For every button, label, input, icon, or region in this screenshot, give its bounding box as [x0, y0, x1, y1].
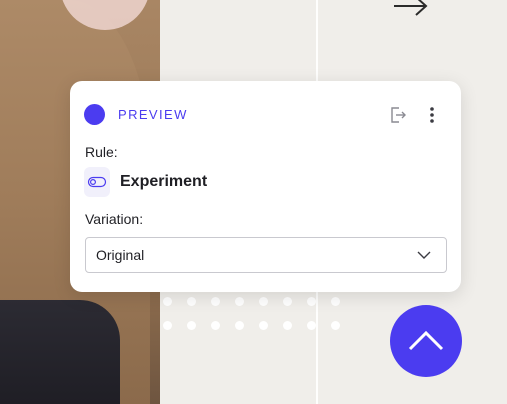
- variation-select-value: Original: [96, 247, 145, 263]
- rule-value: Experiment: [120, 173, 208, 190]
- background-dot: [163, 321, 172, 330]
- background-dot: [331, 297, 340, 306]
- chevron-down-icon: [417, 251, 431, 259]
- preview-card-header: PREVIEW: [84, 103, 446, 127]
- background-dot: [211, 321, 220, 330]
- preview-badge-label: PREVIEW: [118, 107, 188, 122]
- background-dot: [283, 321, 292, 330]
- background-dot: [259, 297, 268, 306]
- background-dot: [259, 321, 268, 330]
- background-dot: [235, 321, 244, 330]
- rule-label: Rule:: [85, 144, 118, 160]
- background-dot: [187, 321, 196, 330]
- background-dot: [307, 321, 316, 330]
- arrow-right-icon: [394, 0, 428, 16]
- variation-select[interactable]: Original: [85, 237, 447, 273]
- chevron-up-icon: [408, 330, 444, 351]
- background-dot: [235, 297, 244, 306]
- rule-icon-container: [84, 167, 110, 197]
- status-dot-icon: [84, 104, 105, 125]
- background-dot: [283, 297, 292, 306]
- background-dot: [163, 297, 172, 306]
- background-dot: [331, 321, 340, 330]
- toggle-icon: [87, 176, 107, 188]
- rule-value-row: Experiment: [84, 167, 384, 197]
- background-photo-arm: [0, 300, 120, 404]
- background-dot: [187, 297, 196, 306]
- background-dot: [211, 297, 220, 306]
- scroll-to-top-button[interactable]: [390, 305, 462, 377]
- background-dot-pattern: [163, 297, 343, 333]
- more-vertical-icon[interactable]: [422, 104, 442, 126]
- preview-card: PREVIEW Rule: Experiment Variation: Orig…: [70, 81, 461, 292]
- exit-preview-icon[interactable]: [388, 105, 408, 125]
- variation-label: Variation:: [85, 211, 144, 227]
- page-background: PREVIEW Rule: Experiment Variation: Orig…: [0, 0, 507, 404]
- background-dot: [307, 297, 316, 306]
